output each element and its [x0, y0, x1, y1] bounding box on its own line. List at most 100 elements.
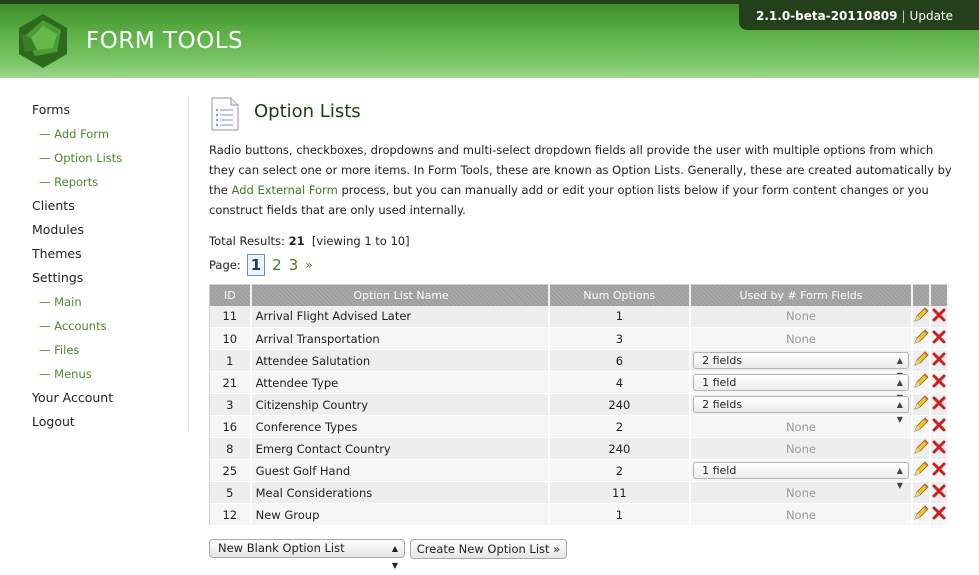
select-value: 2 fields — [702, 354, 743, 367]
column-header-num-options[interactable]: Num Options — [548, 284, 692, 306]
used-by-cell: None — [690, 305, 913, 328]
delete-x-icon[interactable] — [932, 396, 946, 410]
chevron-updown-icon: ▲▼ — [391, 544, 398, 570]
pencil-icon[interactable] — [913, 395, 929, 411]
sidebar-item-label: Files — [54, 343, 80, 357]
table-header-row: ID Option List Name Num Options Used by … — [209, 284, 950, 306]
column-header-id[interactable]: ID — [209, 284, 252, 306]
pencil-icon[interactable] — [913, 483, 929, 499]
row-id: 12 — [209, 503, 252, 526]
used-by-cell: None — [690, 503, 913, 526]
delete-x-icon[interactable] — [932, 484, 946, 498]
sidebar-item-accounts[interactable]: — Accounts — [32, 314, 182, 338]
sidebar-item-reports[interactable]: — Reports — [32, 170, 182, 194]
header-bar: FORM TOOLS 2.1.0-beta-20110809 | Update — [0, 0, 979, 78]
page-link[interactable]: 3 — [289, 256, 299, 274]
table-row: 8 Emerg Contact Country 240 None — [209, 437, 950, 460]
next-page-link[interactable]: » — [305, 258, 312, 272]
pencil-icon[interactable] — [913, 373, 929, 389]
option-list-name: Attendee Salutation — [250, 349, 550, 372]
delete-x-icon[interactable] — [932, 352, 946, 366]
pencil-icon[interactable] — [913, 417, 929, 433]
viewing-range: [viewing 1 to 10] — [311, 234, 410, 248]
create-new-option-list-button[interactable]: Create New Option List » — [410, 539, 567, 559]
pencil-icon[interactable] — [913, 351, 929, 367]
sidebar-item-logout[interactable]: Logout — [32, 410, 182, 434]
option-list-name: Guest Golf Hand — [250, 459, 550, 482]
version-box: 2.1.0-beta-20110809 | Update — [739, 0, 979, 30]
new-option-list-type-select[interactable]: New Blank Option List ▲ ▼ — [209, 539, 405, 570]
total-results-label: Total Results: — [209, 234, 285, 248]
sidebar-nav: Forms — Add Form — Option Lists — Report… — [32, 98, 182, 434]
num-options: 2 — [548, 415, 692, 438]
column-header-name[interactable]: Option List Name — [250, 284, 550, 306]
update-link[interactable]: Update — [910, 9, 953, 23]
used-by-cell: 2 fields▲▼ — [690, 393, 913, 424]
sidebar-item-main[interactable]: — Main — [32, 290, 182, 314]
edit-cell — [911, 503, 931, 526]
delete-x-icon[interactable] — [932, 462, 946, 476]
table-row: 16 Conference Types 2 None — [209, 415, 950, 438]
option-list-name: Emerg Contact Country — [250, 437, 550, 460]
column-header-used-by: Used by # Form Fields — [690, 284, 913, 306]
delete-x-icon[interactable] — [932, 330, 946, 344]
delete-cell — [929, 305, 950, 328]
add-external-form-link[interactable]: Add External Form — [232, 183, 338, 197]
total-results-count: 21 — [288, 234, 305, 248]
edit-cell — [911, 393, 931, 416]
used-by-fields-select[interactable]: 1 field▲▼ — [693, 374, 909, 402]
edit-cell — [911, 327, 931, 350]
page-link[interactable]: 2 — [272, 256, 282, 274]
used-by-fields-select[interactable]: 2 fields▲▼ — [693, 352, 909, 380]
edit-cell — [911, 371, 931, 394]
edit-cell — [911, 305, 931, 328]
pencil-icon[interactable] — [913, 307, 929, 323]
used-by-cell: 2 fields▲▼ — [690, 349, 913, 380]
sidebar-item-label: Add Form — [54, 127, 110, 141]
table-row: 5 Meal Considerations 11 None — [209, 481, 950, 504]
sidebar-divider — [188, 96, 189, 431]
delete-cell — [929, 415, 950, 438]
delete-cell — [929, 327, 950, 350]
sidebar-item-label: Menus — [54, 367, 92, 381]
num-options: 3 — [548, 327, 692, 350]
pencil-icon[interactable] — [913, 439, 929, 455]
delete-x-icon[interactable] — [932, 418, 946, 432]
option-list-name: Arrival Transportation — [250, 327, 550, 350]
pencil-icon[interactable] — [913, 505, 929, 521]
used-by-fields-select[interactable]: 2 fields▲▼ — [693, 396, 909, 424]
sidebar-item-your-account[interactable]: Your Account — [32, 386, 182, 410]
sidebar-item-modules[interactable]: Modules — [32, 218, 182, 242]
version-label: 2.1.0-beta-20110809 — [756, 9, 898, 23]
select-value: 1 field — [702, 464, 737, 477]
page-link-current[interactable]: 1 — [246, 254, 266, 276]
pencil-icon[interactable] — [913, 329, 929, 345]
delete-x-icon[interactable] — [932, 440, 946, 454]
row-id: 16 — [209, 415, 252, 438]
option-list-name: Citizenship Country — [250, 393, 550, 416]
sidebar-item-files[interactable]: — Files — [32, 338, 182, 362]
delete-cell — [929, 481, 950, 504]
sidebar-item-option-lists[interactable]: — Option Lists — [32, 146, 182, 170]
edit-cell — [911, 349, 931, 372]
sidebar-item-themes[interactable]: Themes — [32, 242, 182, 266]
select-value: 1 field — [702, 376, 737, 389]
page-label: Page: — [209, 258, 241, 272]
delete-x-icon[interactable] — [932, 374, 946, 388]
used-by-cell: None — [690, 437, 913, 460]
sidebar-item-settings[interactable]: Settings — [32, 266, 182, 290]
sidebar-item-forms[interactable]: Forms — [32, 98, 182, 122]
pencil-icon[interactable] — [913, 461, 929, 477]
num-options: 240 — [548, 393, 692, 416]
used-by-fields-select[interactable]: 1 field▲▼ — [693, 462, 909, 490]
delete-cell — [929, 459, 950, 482]
sidebar-item-add-form[interactable]: — Add Form — [32, 122, 182, 146]
table-row: 12 New Group 1 None — [209, 503, 950, 526]
sidebar-item-menus[interactable]: — Menus — [32, 362, 182, 386]
row-id: 1 — [209, 349, 252, 372]
table-row: 11 Arrival Flight Advised Later 1 None — [209, 305, 950, 328]
table-row: 21Attendee Type41 field▲▼ — [209, 371, 950, 402]
delete-x-icon[interactable] — [932, 506, 946, 520]
sidebar-item-clients[interactable]: Clients — [32, 194, 182, 218]
delete-x-icon[interactable] — [932, 308, 946, 322]
